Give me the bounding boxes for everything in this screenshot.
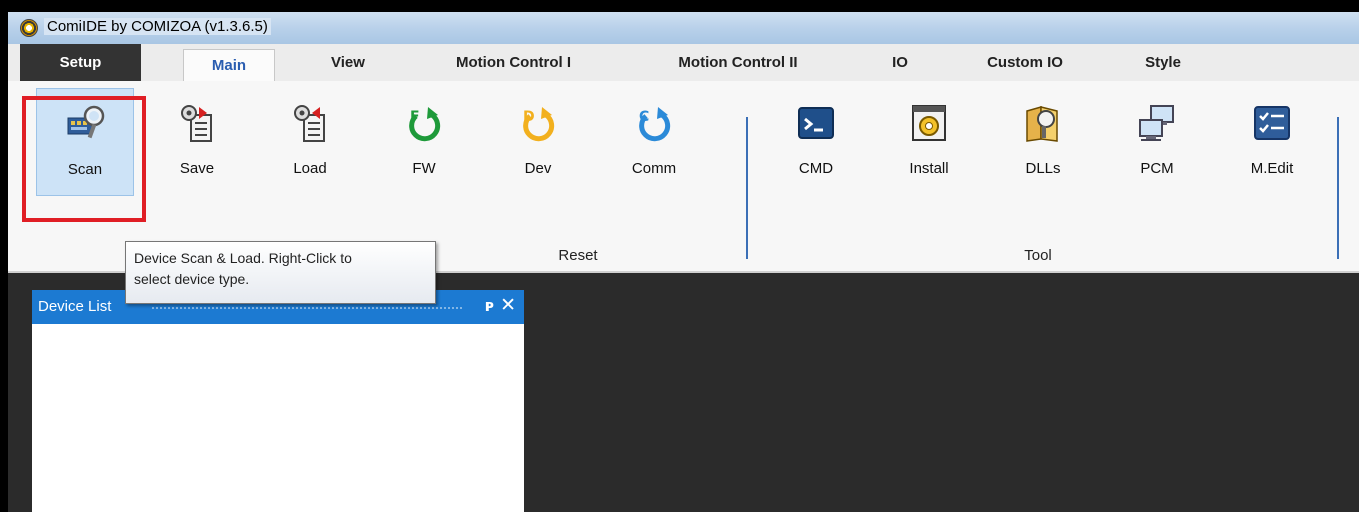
drag-grip[interactable]: [152, 307, 464, 309]
dlls-button[interactable]: DLLs: [994, 88, 1092, 196]
save-label: Save: [179, 160, 215, 177]
load-label: Load: [293, 160, 327, 177]
cmd-label: CMD: [798, 160, 834, 177]
tab-motion-control-2[interactable]: Motion Control II: [648, 44, 828, 81]
tooltip-line-2: select device type.: [134, 271, 250, 287]
tab-setup[interactable]: Setup: [20, 44, 141, 81]
dev-label: Dev: [524, 160, 552, 177]
pcm-button[interactable]: PCM: [1108, 88, 1206, 196]
install-gear-icon: [912, 105, 946, 141]
device-list-panel: Device List ᴩ ✕: [32, 290, 524, 512]
fw-label: FW: [412, 160, 436, 177]
install-button[interactable]: Install: [880, 88, 978, 196]
cmd-button[interactable]: CMD: [767, 88, 865, 196]
dlls-label: DLLs: [1025, 160, 1061, 177]
ribbon-tab-bar: Setup Main View Motion Control I Motion …: [8, 44, 1359, 82]
scan-tooltip: Device Scan & Load. Right-Click to selec…: [125, 241, 436, 304]
close-icon[interactable]: ✕: [500, 294, 516, 316]
load-button[interactable]: Load: [261, 88, 359, 196]
tab-io[interactable]: IO: [880, 44, 920, 81]
checklist-edit-icon: [1254, 106, 1290, 140]
group-label-reset: Reset: [558, 247, 598, 264]
pin-icon[interactable]: ᴩ: [485, 296, 494, 315]
device-list-title: Device List: [38, 298, 112, 315]
gear-document-save-icon: [181, 105, 212, 142]
scan-button[interactable]: Scan: [36, 88, 134, 196]
command-prompt-icon: [798, 107, 834, 139]
app-window: ComiIDE by COMIZOA (v1.3.6.5) Setup Main…: [8, 12, 1359, 512]
title-bar[interactable]: ComiIDE by COMIZOA (v1.3.6.5): [8, 12, 1359, 45]
tab-custom-io[interactable]: Custom IO: [970, 44, 1080, 81]
tooltip-line-1: Device Scan & Load. Right-Click to: [134, 250, 352, 266]
comm-reset-button[interactable]: C Comm: [605, 88, 703, 196]
tab-view[interactable]: View: [298, 44, 398, 81]
group-separator: [746, 117, 748, 259]
svg-text:F: F: [410, 109, 420, 125]
reset-comm-icon: C: [639, 107, 671, 142]
dev-reset-button[interactable]: D Dev: [489, 88, 587, 196]
dll-library-icon: [1026, 106, 1058, 142]
pcm-label: PCM: [1140, 160, 1174, 177]
svg-text:C: C: [639, 109, 649, 125]
gear-document-load-icon: [294, 105, 325, 142]
m-edit-label: M.Edit: [1250, 160, 1294, 177]
network-computers-icon: [1139, 105, 1174, 141]
group-label-tool: Tool: [1024, 247, 1052, 264]
group-separator-right: [1337, 117, 1339, 259]
reset-dev-icon: D: [523, 107, 555, 142]
tab-style[interactable]: Style: [1128, 44, 1198, 81]
device-list-body[interactable]: [32, 324, 524, 512]
scan-card-icon: [67, 105, 105, 139]
tab-main[interactable]: Main: [183, 49, 275, 82]
app-logo-icon: [20, 19, 38, 37]
tab-motion-control-1[interactable]: Motion Control I: [426, 44, 601, 81]
fw-reset-button[interactable]: F FW: [375, 88, 473, 196]
m-edit-button[interactable]: M.Edit: [1223, 88, 1321, 196]
window-title: ComiIDE by COMIZOA (v1.3.6.5): [44, 18, 271, 35]
install-label: Install: [909, 160, 949, 177]
save-button[interactable]: Save: [148, 88, 246, 196]
reset-fw-icon: F: [409, 107, 441, 142]
svg-text:D: D: [523, 109, 535, 125]
comm-label: Comm: [631, 160, 677, 177]
scan-label: Scan: [67, 161, 103, 178]
